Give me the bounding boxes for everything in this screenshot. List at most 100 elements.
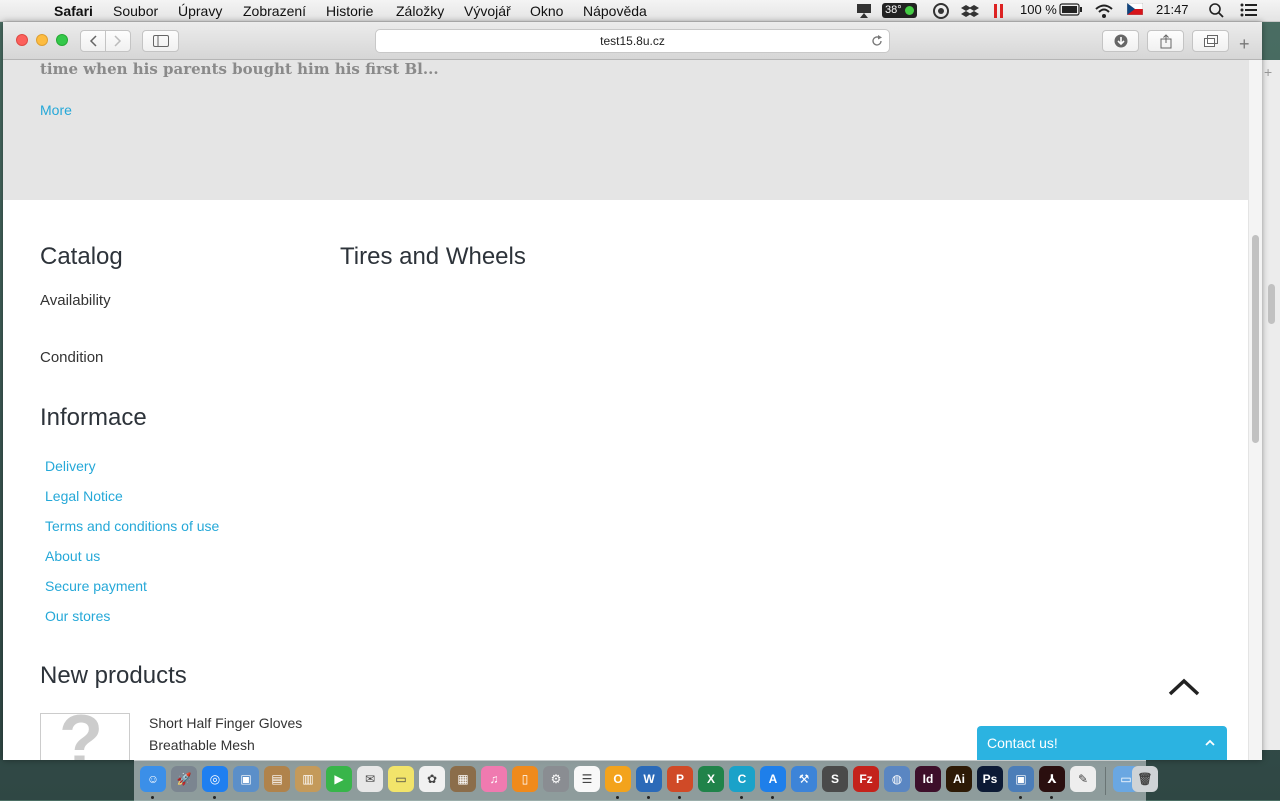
sidebar-icon bbox=[152, 35, 169, 47]
dock-app-coda[interactable]: C bbox=[729, 766, 755, 792]
dock-running-indicator bbox=[151, 796, 154, 799]
dock-running-indicator bbox=[771, 796, 774, 799]
dock-app-photos[interactable]: ✿ bbox=[419, 766, 445, 792]
dock-app-finder[interactable]: ☺ bbox=[140, 766, 166, 792]
menu-okno[interactable]: Okno bbox=[530, 3, 563, 19]
dock-app-mail[interactable]: ✉ bbox=[357, 766, 383, 792]
dock-app-sublime[interactable]: S bbox=[822, 766, 848, 792]
new-tab-plus-icon[interactable]: + bbox=[1264, 64, 1272, 80]
menu-historie[interactable]: Historie bbox=[326, 3, 373, 19]
dock-app-photoshop[interactable]: Ps bbox=[977, 766, 1003, 792]
reload-icon[interactable] bbox=[871, 35, 883, 47]
temperature-widget[interactable]: 38° bbox=[882, 3, 917, 18]
dock-app-preview[interactable]: ▣ bbox=[233, 766, 259, 792]
dock-app-image-capture[interactable]: ▦ bbox=[450, 766, 476, 792]
dock-app-ibooks[interactable]: ▯ bbox=[512, 766, 538, 792]
dock-app-xcode[interactable]: ⚒ bbox=[791, 766, 817, 792]
dock-running-indicator bbox=[740, 796, 743, 799]
address-bar[interactable]: test15.8u.cz bbox=[375, 29, 890, 53]
menu-soubor[interactable]: Soubor bbox=[113, 3, 158, 19]
menu-zalozky[interactable]: Záložky bbox=[396, 3, 444, 19]
dock-app-indesign[interactable]: Id bbox=[915, 766, 941, 792]
dock-app-office[interactable]: O bbox=[605, 766, 631, 792]
spotlight-search-icon[interactable] bbox=[1209, 3, 1225, 19]
back-button[interactable] bbox=[80, 30, 106, 52]
dock-app-notes[interactable]: ▥ bbox=[295, 766, 321, 792]
temperature-value: 38° bbox=[885, 4, 902, 16]
dock-app-app-store[interactable]: A bbox=[760, 766, 786, 792]
product-name-link[interactable]: Short Half Finger Gloves Breathable Mesh bbox=[149, 712, 339, 756]
dock-app-acrobat[interactable]: ⅄ bbox=[1039, 766, 1065, 792]
menu-zobrazeni[interactable]: Zobrazení bbox=[243, 3, 306, 19]
dock-app-textedit[interactable]: ✎ bbox=[1070, 766, 1096, 792]
back-to-top-icon[interactable] bbox=[1166, 675, 1202, 699]
dock-app-trash[interactable]: 🗑 bbox=[1132, 766, 1158, 792]
browser-toolbar: test15.8u.cz + bbox=[3, 22, 1262, 60]
dock-app-stickies[interactable]: ▭ bbox=[388, 766, 414, 792]
sidebar-toggle-button[interactable] bbox=[142, 30, 179, 52]
dock-app-illustrator[interactable]: Ai bbox=[946, 766, 972, 792]
link-secure-payment[interactable]: Secure payment bbox=[45, 578, 147, 594]
link-legal-notice[interactable]: Legal Notice bbox=[45, 488, 123, 504]
scrollbar-thumb[interactable] bbox=[1252, 235, 1259, 443]
dock-app-contacts[interactable]: ▤ bbox=[264, 766, 290, 792]
blog-excerpt: time when his parents bought him his fir… bbox=[40, 60, 439, 78]
dock-app-network[interactable]: ◍ bbox=[884, 766, 910, 792]
dock-running-indicator bbox=[1019, 796, 1022, 799]
dock-app-screen-sharing[interactable]: ▣ bbox=[1008, 766, 1034, 792]
battery-percent[interactable]: 100 % bbox=[1020, 2, 1057, 17]
link-delivery[interactable]: Delivery bbox=[45, 458, 96, 474]
dock-app-system-preferences[interactable]: ⚙ bbox=[543, 766, 569, 792]
parallels-icon[interactable] bbox=[993, 3, 1005, 19]
dock-running-indicator bbox=[213, 796, 216, 799]
dock-app-facetime[interactable]: ▶ bbox=[326, 766, 352, 792]
product-thumbnail[interactable]: ? bbox=[40, 713, 130, 760]
vpn-icon[interactable] bbox=[933, 3, 949, 19]
link-terms[interactable]: Terms and conditions of use bbox=[45, 518, 219, 534]
dock-app-reminders[interactable]: ☰ bbox=[574, 766, 600, 792]
dock-app-safari[interactable]: ◎ bbox=[202, 766, 228, 792]
dock-app-excel[interactable]: X bbox=[698, 766, 724, 792]
menu-upravy[interactable]: Úpravy bbox=[178, 3, 222, 19]
scrollbar[interactable] bbox=[1248, 60, 1262, 760]
chevron-right-icon bbox=[114, 35, 122, 47]
facet-availability[interactable]: Availability bbox=[40, 292, 111, 309]
share-icon bbox=[1160, 33, 1171, 48]
show-tabs-button[interactable] bbox=[1192, 30, 1229, 52]
dock-app-launchpad[interactable]: 🚀 bbox=[171, 766, 197, 792]
dock-app-itunes[interactable]: ♫ bbox=[481, 766, 507, 792]
share-button[interactable] bbox=[1147, 30, 1184, 52]
background-scroll-thumb[interactable] bbox=[1268, 284, 1275, 324]
more-link[interactable]: More bbox=[40, 102, 72, 118]
dock-app-powerpoint[interactable]: P bbox=[667, 766, 693, 792]
minimize-window-button[interactable] bbox=[36, 34, 48, 46]
close-window-button[interactable] bbox=[16, 34, 28, 46]
contact-us-chat[interactable]: Contact us! bbox=[977, 726, 1227, 760]
airplay-icon[interactable] bbox=[855, 3, 873, 19]
wifi-icon[interactable] bbox=[1094, 3, 1114, 19]
category-title: Tires and Wheels bbox=[340, 243, 526, 270]
notification-center-icon[interactable] bbox=[1240, 3, 1258, 17]
dropbox-icon[interactable] bbox=[961, 3, 979, 19]
dock: ☺ 🚀 ◎ ▣ ▤ ▥ ▶ ✉ ▭ ✿ ▦ ♫ ▯ ⚙ ☰ O W P X C A ⚒ S Fz ◍ Id Ai Ps ▣ ⅄ ✎ ▭ 🗑 bbox=[134, 760, 1158, 801]
blog-teaser-section: time when his parents bought him his fir… bbox=[3, 60, 1248, 200]
dock-running-indicator bbox=[647, 796, 650, 799]
facet-condition[interactable]: Condition bbox=[40, 349, 103, 366]
forward-button[interactable] bbox=[105, 30, 131, 52]
battery-icon[interactable] bbox=[1059, 3, 1083, 17]
menu-napoveda[interactable]: Nápověda bbox=[583, 3, 647, 19]
dock-separator bbox=[1105, 767, 1106, 795]
dock-app-word[interactable]: W bbox=[636, 766, 662, 792]
clock[interactable]: 21:47 bbox=[1156, 2, 1189, 17]
dock-app-filezilla[interactable]: Fz bbox=[853, 766, 879, 792]
menu-app-name[interactable]: Safari bbox=[54, 3, 93, 19]
czech-flag-icon[interactable] bbox=[1127, 3, 1143, 15]
menu-vyvojar[interactable]: Vývojář bbox=[464, 3, 511, 19]
link-about-us[interactable]: About us bbox=[45, 548, 100, 564]
new-tab-button[interactable]: + bbox=[1239, 34, 1250, 55]
background-window-edge: + bbox=[1262, 60, 1280, 750]
new-products-title: New products bbox=[40, 662, 187, 689]
downloads-button[interactable] bbox=[1102, 30, 1139, 52]
zoom-window-button[interactable] bbox=[56, 34, 68, 46]
link-our-stores[interactable]: Our stores bbox=[45, 608, 110, 624]
